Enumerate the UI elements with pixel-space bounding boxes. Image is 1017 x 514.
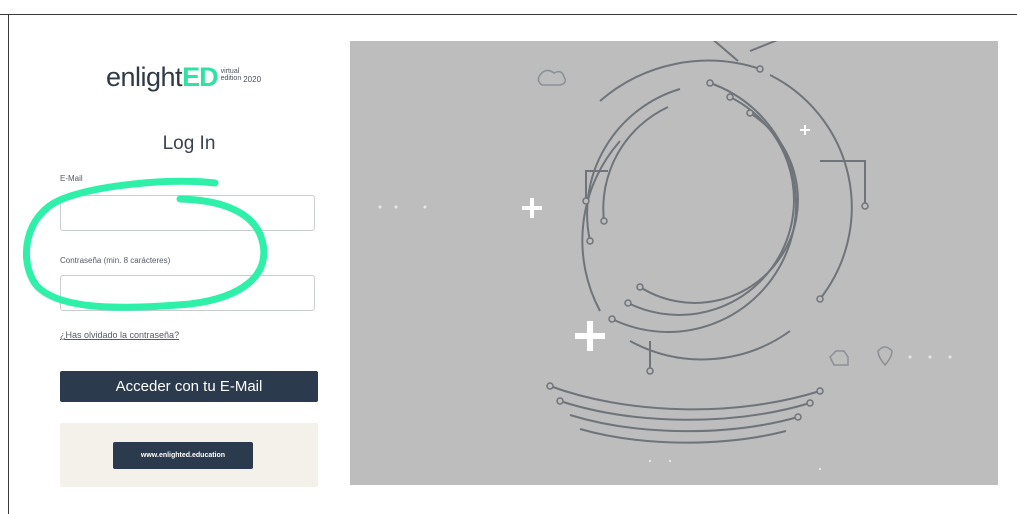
hero-image <box>350 41 998 485</box>
dog-icon <box>829 350 849 366</box>
logo-side-bottom: edition <box>220 75 242 82</box>
logo-brand-accent: ED <box>182 62 219 92</box>
login-with-email-button[interactable]: Acceder con tu E-Mail <box>60 371 318 402</box>
page-title: Log In <box>162 133 216 154</box>
password-label: Contraseña (min. 8 carácteres) <box>60 256 171 265</box>
website-button[interactable]: www.enlighted.education <box>113 442 253 469</box>
password-field[interactable] <box>60 275 315 311</box>
logo-side-top: virtual <box>220 68 240 75</box>
email-field[interactable] <box>60 195 315 231</box>
plus-icon <box>522 125 810 351</box>
cloud-icon <box>537 69 567 86</box>
logo-virtual-edition: virtual edition <box>221 68 242 82</box>
enlighted-logo: enlight ED virtual edition 2020 <box>106 62 261 92</box>
forgot-password-link[interactable]: ¿Has olvidado la contraseña? <box>60 330 179 340</box>
location-pin-icon <box>877 346 893 367</box>
window-top-border <box>0 14 1017 15</box>
email-label: E-Mail <box>60 174 83 183</box>
window-left-border <box>8 14 9 514</box>
logo-edition-year: 2020 <box>243 75 262 84</box>
circuit-ring-graphic <box>378 41 952 471</box>
logo-brand-main: enlight <box>106 62 183 92</box>
